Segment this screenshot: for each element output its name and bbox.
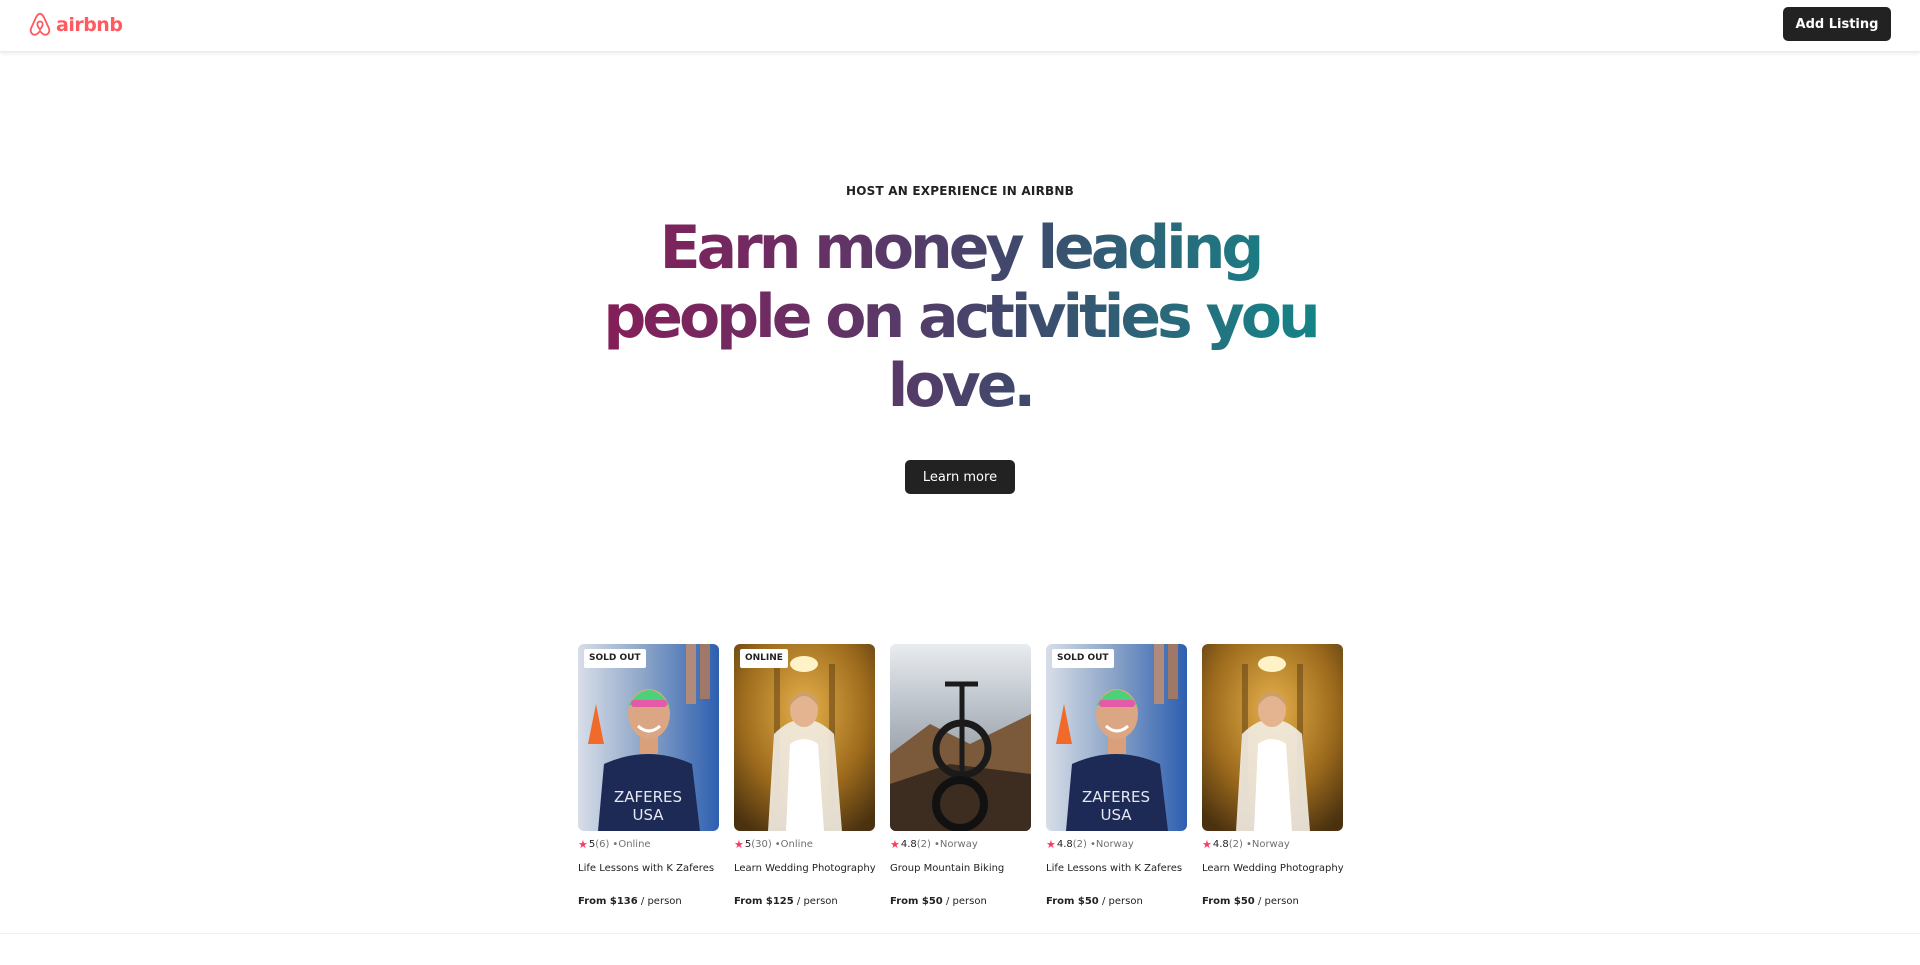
card-title[interactable]: Life Lessons with K Zaferes	[1046, 862, 1187, 875]
location: •Norway	[1245, 839, 1290, 850]
card-price: From $50 / person	[890, 895, 1031, 908]
star-icon: ★	[734, 838, 744, 851]
svg-text:USA: USA	[632, 806, 664, 824]
mountain-bike-photo[interactable]	[890, 644, 1031, 831]
star-icon: ★	[578, 838, 588, 851]
card-title[interactable]: Learn Wedding Photography	[1202, 862, 1344, 875]
price-unit: / person	[793, 896, 838, 907]
experience-card[interactable]: ★ 4.8 (2) •Norway Learn Wedding Photogra…	[1202, 644, 1344, 908]
card-price: From $50 / person	[1202, 895, 1343, 908]
card-price: From $50 / person	[1046, 895, 1187, 908]
review-count: (2)	[1228, 839, 1243, 850]
price-amount: From $50	[1046, 896, 1099, 907]
bride-photo[interactable]	[1202, 644, 1343, 831]
star-icon: ★	[890, 838, 900, 851]
review-count: (2)	[1072, 839, 1087, 850]
location: •Norway	[933, 839, 978, 850]
svg-text:ZAFERES: ZAFERES	[1082, 788, 1150, 806]
svg-text:ZAFERES: ZAFERES	[614, 788, 682, 806]
bride-photo[interactable]: ONLINE	[734, 644, 875, 831]
rating-row: ★ 4.8 (2) •Norway	[890, 838, 1031, 851]
price-unit: / person	[942, 896, 987, 907]
card-price: From $125 / person	[734, 895, 875, 908]
review-count: (6)	[595, 839, 610, 850]
card-price: From $136 / person	[578, 895, 719, 908]
price-unit: / person	[1254, 896, 1299, 907]
card-title[interactable]: Life Lessons with K Zaferes	[578, 862, 719, 875]
rating-row: ★ 4.8 (2) •Norway	[1046, 838, 1187, 851]
hero-eyebrow: HOST AN EXPERIENCE IN AIRBNB	[846, 184, 1074, 198]
rating-value: 4.8	[1212, 839, 1229, 850]
hero-headline: Earn money leading people on activities …	[560, 214, 1360, 421]
experience-card[interactable]: ZAFERES USA SOLD OUT ★ 5 (6) •Online Lif…	[578, 644, 719, 908]
location: •Online	[612, 839, 651, 850]
location: •Norway	[1089, 839, 1134, 850]
price-unit: / person	[637, 896, 682, 907]
status-badge: SOLD OUT	[584, 649, 646, 668]
rating-value: 4.8	[900, 839, 917, 850]
experience-cards: ZAFERES USA SOLD OUT ★ 5 (6) •Online Lif…	[578, 644, 1344, 914]
rating-row: ★ 4.8 (2) •Norway	[1202, 838, 1343, 851]
rating-row: ★ 5 (30) •Online	[734, 838, 875, 851]
price-unit: / person	[1098, 896, 1143, 907]
status-badge: ONLINE	[740, 649, 788, 668]
price-amount: From $50	[1202, 896, 1255, 907]
rating-row: ★ 5 (6) •Online	[578, 838, 719, 851]
status-badge: SOLD OUT	[1052, 649, 1114, 668]
airbnb-logo-icon	[29, 12, 51, 36]
learn-more-button[interactable]: Learn more	[905, 460, 1015, 494]
location: •Online	[774, 839, 813, 850]
price-amount: From $125	[734, 896, 794, 907]
experience-card[interactable]: ★ 4.8 (2) •Norway Group Mountain Biking …	[890, 644, 1031, 908]
logo-text: airbnb	[56, 14, 123, 36]
card-title[interactable]: Learn Wedding Photography	[734, 862, 876, 875]
airbnb-logo[interactable]: airbnb	[28, 12, 123, 38]
add-listing-button[interactable]: Add Listing	[1783, 7, 1891, 41]
swimmer-photo[interactable]: ZAFERES USA SOLD OUT	[578, 644, 719, 831]
rating-value: 4.8	[1056, 839, 1073, 850]
card-title[interactable]: Group Mountain Biking	[890, 862, 1031, 875]
star-icon: ★	[1202, 838, 1212, 851]
swimmer-photo[interactable]: ZAFERES USA SOLD OUT	[1046, 644, 1187, 831]
price-amount: From $136	[578, 896, 638, 907]
review-count: (2)	[916, 839, 931, 850]
review-count: (30)	[751, 839, 772, 850]
experience-card[interactable]: ONLINE ★ 5 (30) •Online Learn Wedding Ph…	[734, 644, 876, 908]
footer-divider	[0, 933, 1920, 934]
star-icon: ★	[1046, 838, 1056, 851]
price-amount: From $50	[890, 896, 943, 907]
svg-text:USA: USA	[1100, 806, 1132, 824]
top-nav-bar: airbnb Add Listing	[0, 0, 1920, 52]
experience-card[interactable]: ZAFERES USA SOLD OUT ★ 4.8 (2) •Norway L…	[1046, 644, 1187, 908]
